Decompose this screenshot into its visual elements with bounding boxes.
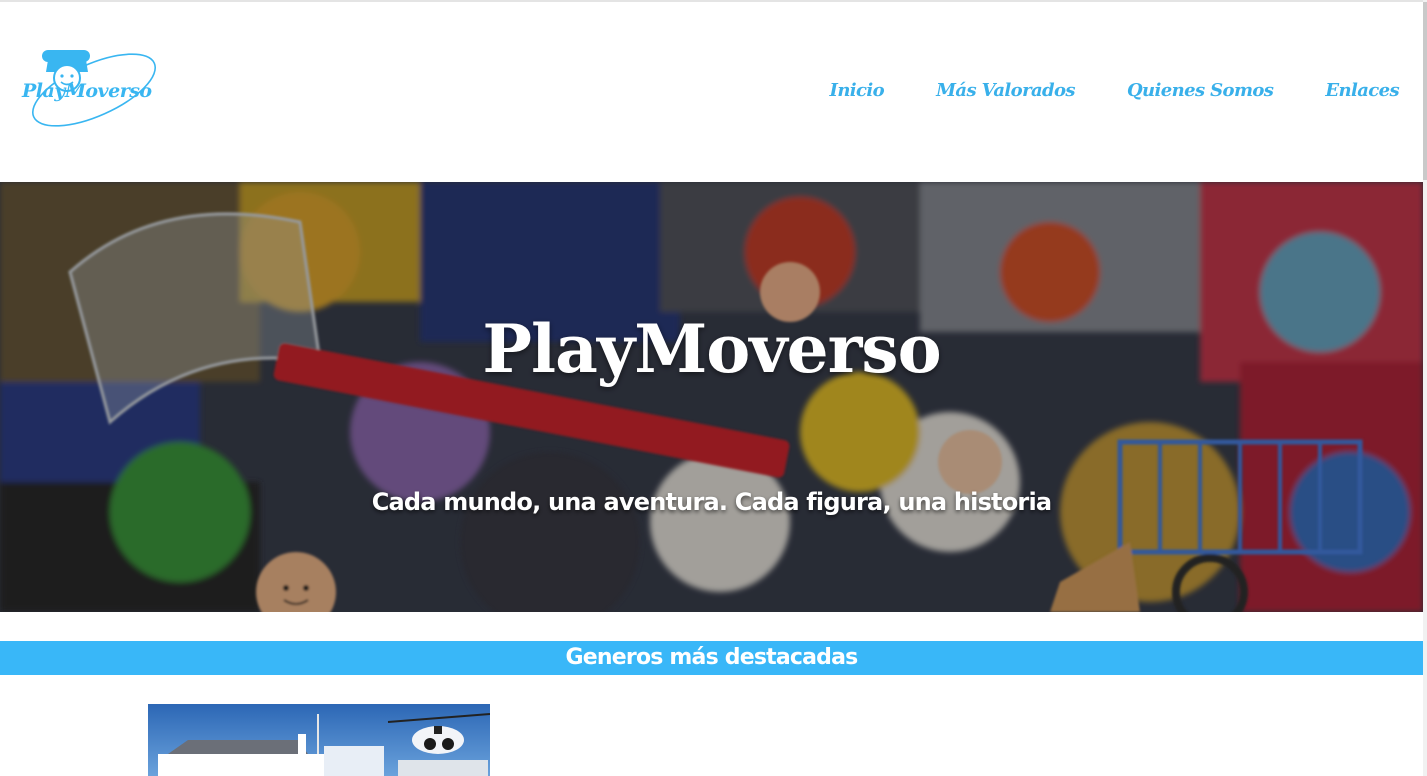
nav-link-mas-valorados[interactable]: Más Valorados [936,80,1075,101]
section-title: Generos más destacadas [565,645,859,670]
hero-subtitle: Cada mundo, una aventura. Cada figura, u… [371,488,1052,516]
main-nav: Inicio Más Valorados Quienes Somos Enlac… [830,80,1400,101]
nav-link-quienes-somos[interactable]: Quienes Somos [1127,80,1274,101]
section-header-bar: Generos más destacadas [0,641,1423,675]
brand-logo[interactable]: PlayMoverso [18,46,164,132]
logo-text: PlayMoverso [22,80,152,102]
police-playset-image [148,704,490,776]
hero-overlay [0,182,1423,612]
nav-link-enlaces[interactable]: Enlaces [1325,80,1399,101]
hero-title: PlayMoverso [482,310,941,388]
site-header: PlayMoverso Inicio Más Valorados Quienes… [0,2,1423,182]
hero-banner: PlayMoverso Cada mundo, una aventura. Ca… [0,182,1423,612]
genre-card-image[interactable] [148,704,490,776]
scrollbar-thumb[interactable] [1423,2,1427,180]
nav-link-inicio[interactable]: Inicio [830,80,885,101]
